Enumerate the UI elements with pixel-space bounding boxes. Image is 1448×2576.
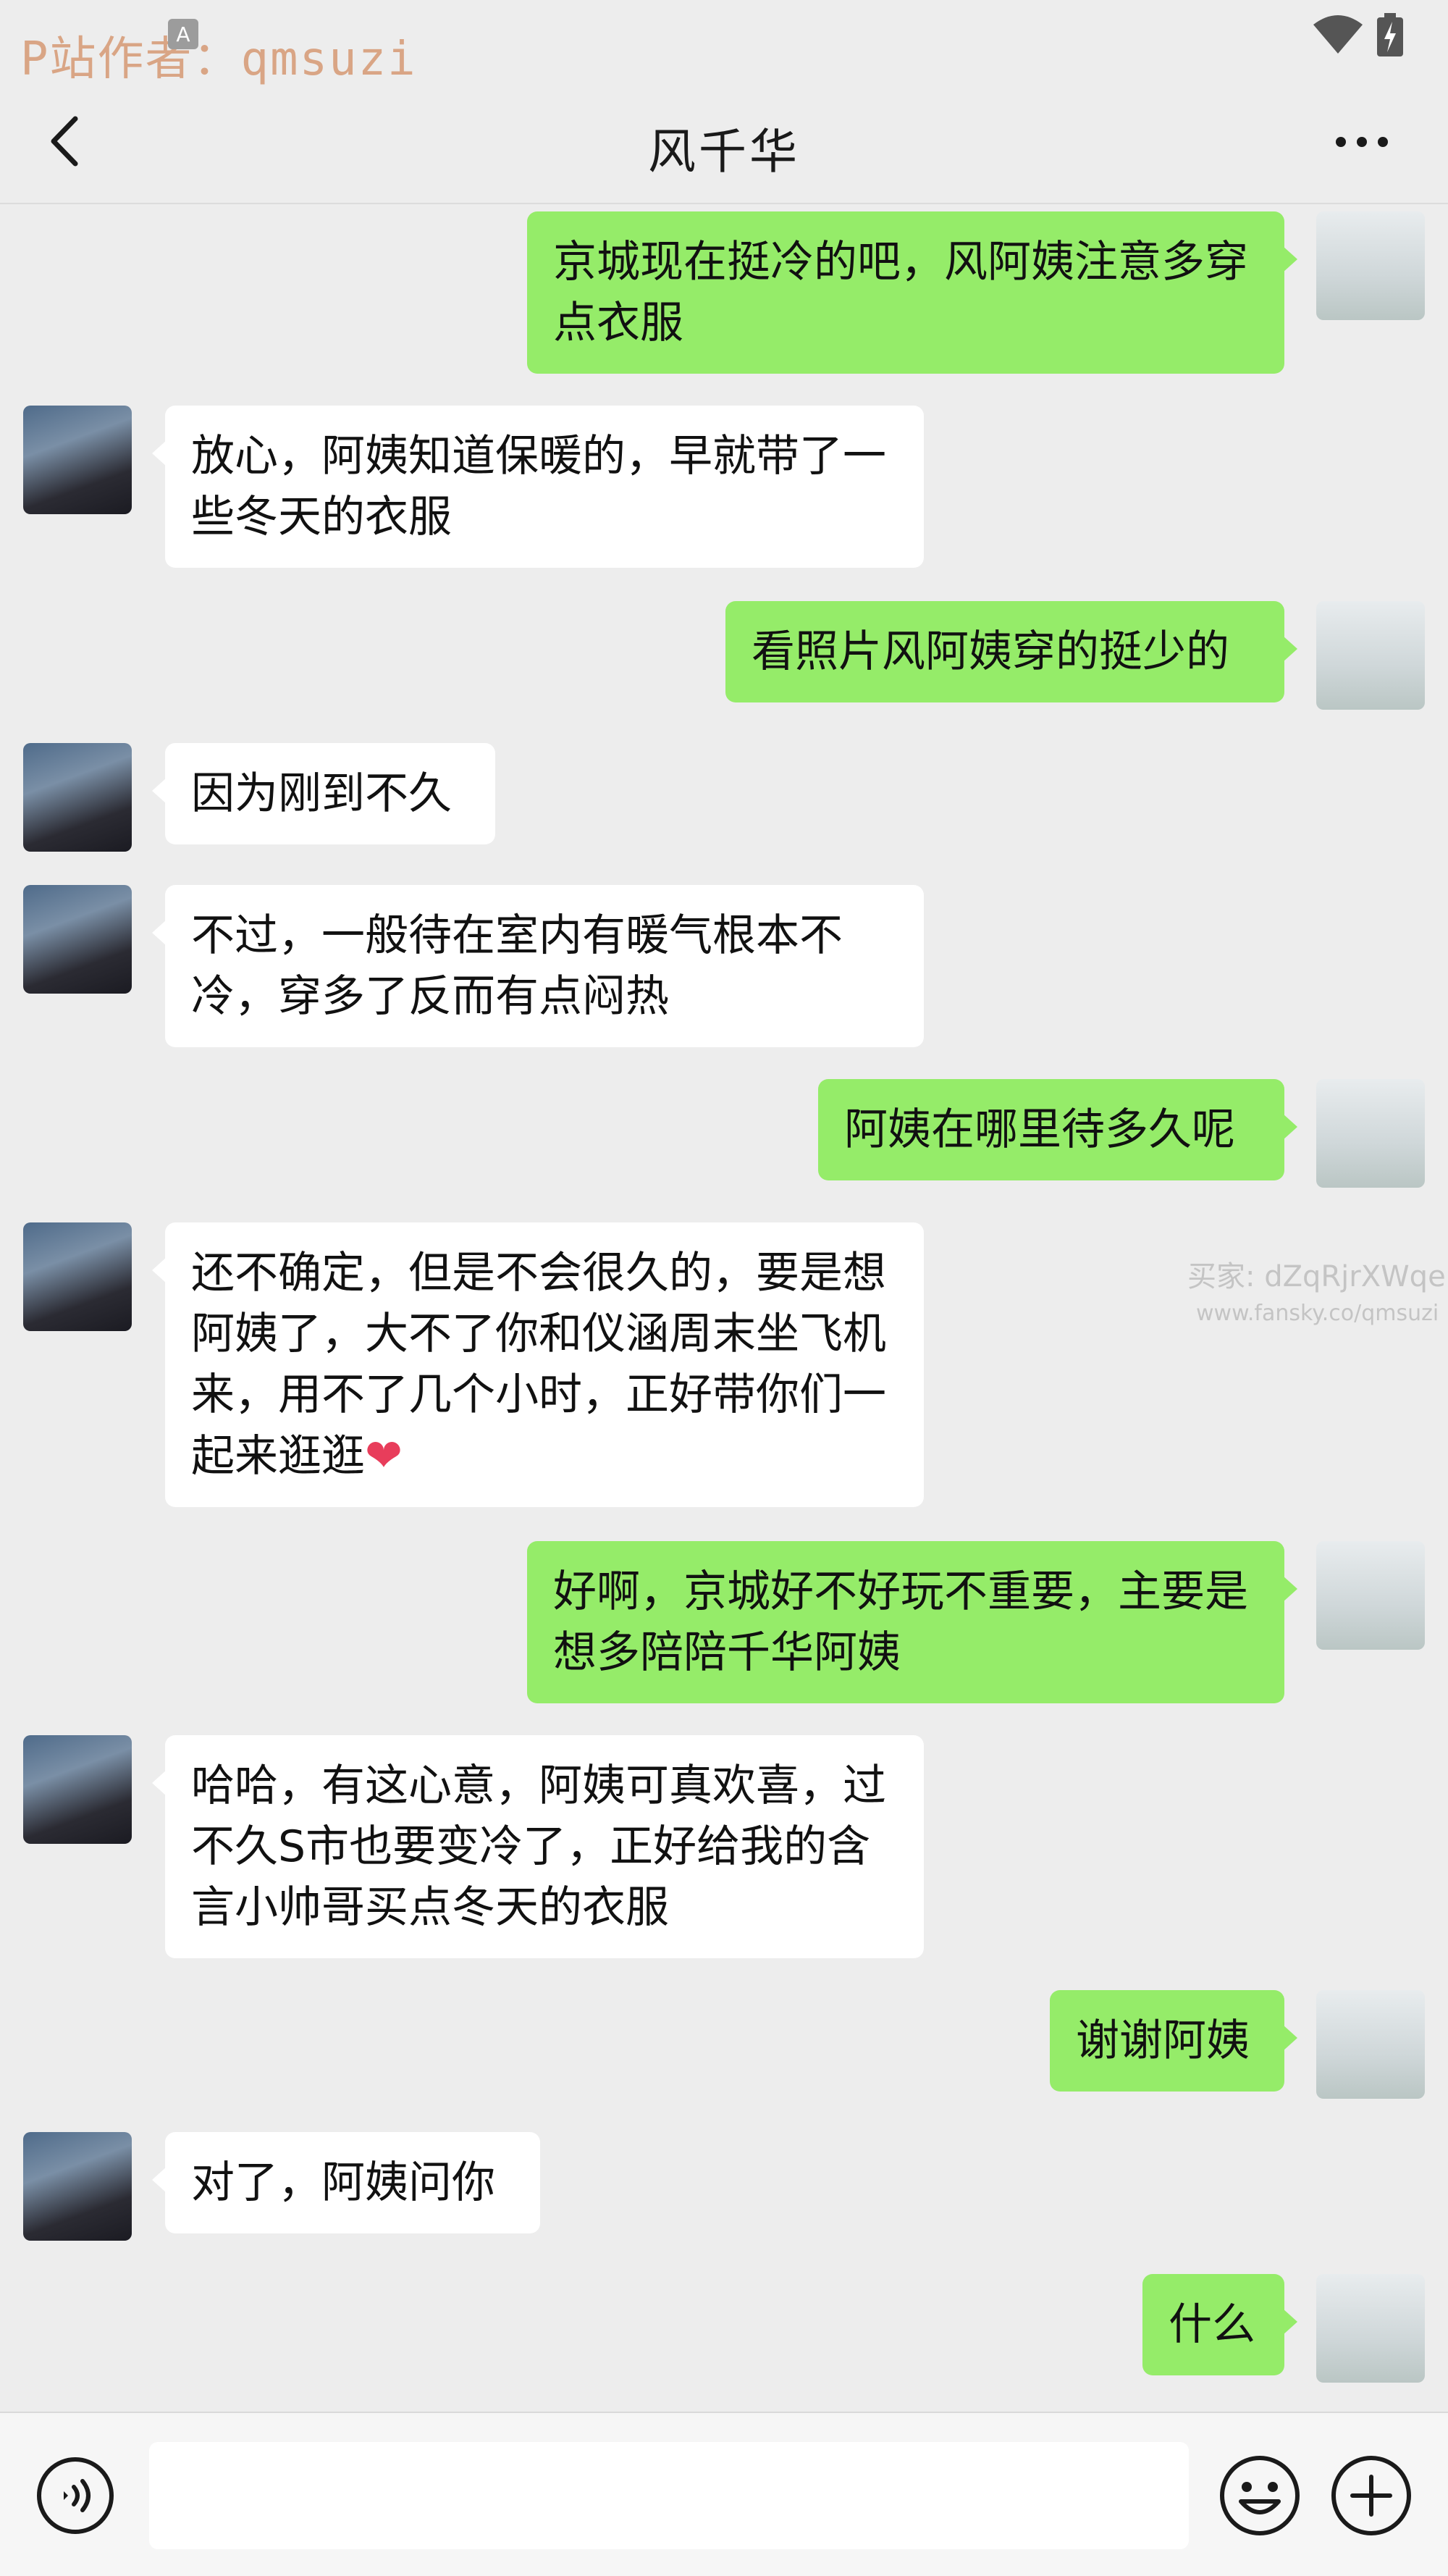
avatar-aunt[interactable] <box>23 885 132 994</box>
avatar-aunt[interactable] <box>23 1735 132 1844</box>
avatar-aunt[interactable] <box>23 1222 132 1331</box>
site-watermark: www.fansky.co/qmsuzi <box>1196 1301 1439 1326</box>
message-text: 还不确定，但是不会很久的，要是想阿姨了，大不了你和仪涵周末坐飞机来，用不了几个小… <box>191 1248 886 1482</box>
message-bubble[interactable]: 阿姨在哪里待多久呢 <box>818 1079 1297 1180</box>
buyer-watermark: 买家: dZqRjrXWqe <box>1187 1260 1446 1293</box>
chat-header: 风千华 <box>0 87 1448 204</box>
message-bubble[interactable]: 还不确定，但是不会很久的，要是想阿姨了，大不了你和仪涵周末坐飞机来，用不了几个小… <box>152 1222 924 1507</box>
message-input[interactable] <box>149 2442 1189 2549</box>
message-bubble[interactable]: 好啊，京城好不好玩不重要，主要是想多陪陪千华阿姨 <box>527 1541 1297 1703</box>
emoji-icon[interactable] <box>1218 2454 1302 2538</box>
chat-title: 风千华 <box>648 124 800 180</box>
avatar-me[interactable] <box>1316 1990 1425 2099</box>
battery-charging-icon <box>1377 13 1403 56</box>
more-dots-icon[interactable] <box>1329 116 1394 167</box>
input-bar <box>0 2412 1448 2576</box>
plus-icon[interactable] <box>1329 2454 1413 2538</box>
notification-a-icon: A <box>168 19 198 49</box>
avatar-me[interactable] <box>1316 1541 1425 1650</box>
message-bubble[interactable]: 什么 <box>1142 2274 1297 2375</box>
avatar-me[interactable] <box>1316 601 1425 710</box>
avatar-me[interactable] <box>1316 2274 1425 2383</box>
message-bubble[interactable]: 因为刚到不久 <box>152 743 495 844</box>
avatar-aunt[interactable] <box>23 743 132 852</box>
message-bubble[interactable]: 京城现在挺冷的吧，风阿姨注意多穿点衣服 <box>527 211 1297 374</box>
message-bubble[interactable]: 对了，阿姨问你 <box>152 2132 540 2233</box>
message-bubble[interactable]: 看照片风阿姨穿的挺少的 <box>725 601 1297 702</box>
heart-emoji-icon: ❤ <box>365 1429 403 1482</box>
message-bubble[interactable]: 放心，阿姨知道保暖的，早就带了一些冬天的衣服 <box>152 406 924 568</box>
author-watermark: P站作者：qmsuzi <box>20 33 417 86</box>
avatar-aunt[interactable] <box>23 406 132 514</box>
message-bubble[interactable]: 不过，一般待在室内有暖气根本不冷，穿多了反而有点闷热 <box>152 885 924 1047</box>
avatar-aunt[interactable] <box>23 2132 132 2241</box>
voice-icon[interactable] <box>35 2455 116 2536</box>
message-bubble[interactable]: 哈哈，有这心意，阿姨可真欢喜，过不久S市也要变冷了，正好给我的含言小帅哥买点冬天… <box>152 1735 924 1958</box>
wifi-icon <box>1313 15 1363 54</box>
avatar-me[interactable] <box>1316 1079 1425 1188</box>
avatar-me[interactable] <box>1316 211 1425 320</box>
status-bar: P站作者：qmsuzi A <box>0 0 1448 101</box>
message-bubble[interactable]: 谢谢阿姨 <box>1050 1990 1297 2092</box>
